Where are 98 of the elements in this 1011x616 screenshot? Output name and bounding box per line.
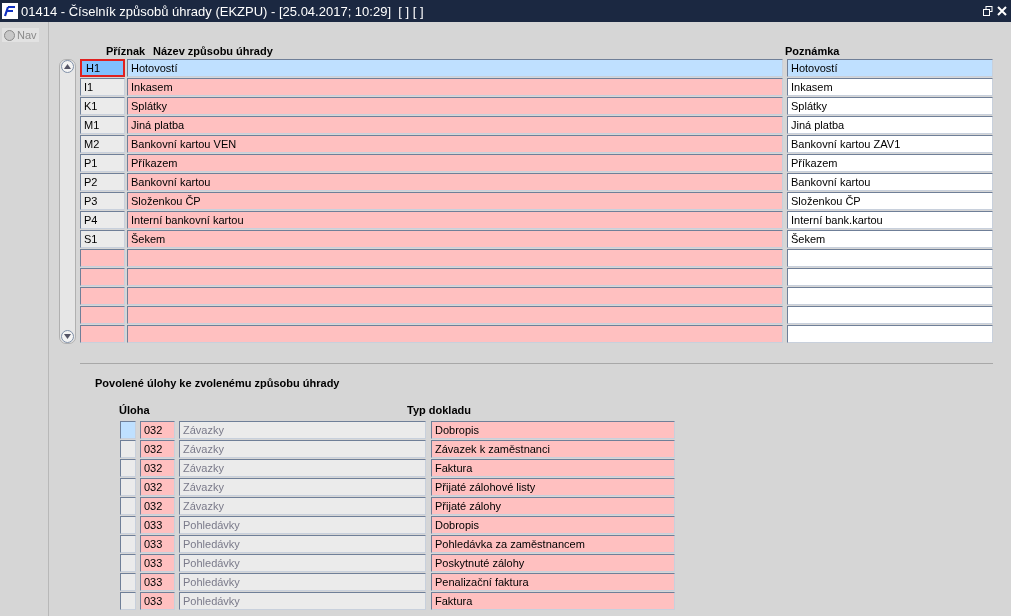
task-name-field: Závazky	[179, 421, 426, 439]
task-code-field[interactable]: 033	[140, 516, 175, 534]
restore-icon[interactable]	[983, 6, 993, 16]
row-selector[interactable]	[120, 497, 136, 515]
task-code-field[interactable]: 032	[140, 421, 175, 439]
note-field[interactable]: Inkasem	[787, 78, 993, 96]
app-logo-icon	[2, 3, 18, 19]
row-selector[interactable]	[120, 421, 136, 439]
note-field[interactable]: Hotovostí	[787, 59, 993, 77]
note-field[interactable]: Jiná platba	[787, 116, 993, 134]
document-type-field[interactable]: Dobropis	[431, 516, 675, 534]
document-type-field[interactable]: Faktura	[431, 459, 675, 477]
note-field[interactable]: Šekem	[787, 230, 993, 248]
task-name-field: Pohledávky	[179, 573, 426, 591]
note-field[interactable]	[787, 325, 993, 343]
task-code-field[interactable]: 032	[140, 478, 175, 496]
note-field[interactable]	[787, 268, 993, 286]
document-type-field[interactable]: Přijaté zálohy	[431, 497, 675, 515]
code-field[interactable]: I1	[80, 78, 125, 96]
task-code-field[interactable]: 033	[140, 554, 175, 572]
task-name-field: Pohledávky	[179, 535, 426, 553]
task-name-field: Pohledávky	[179, 516, 426, 534]
name-field[interactable]: Inkasem	[127, 78, 783, 96]
document-type-field[interactable]: Faktura	[431, 592, 675, 610]
row-selector[interactable]	[120, 478, 136, 496]
name-field[interactable]: Šekem	[127, 230, 783, 248]
note-field[interactable]: Bankovní kartou ZAV1	[787, 135, 993, 153]
note-field[interactable]	[787, 306, 993, 324]
name-field[interactable]	[127, 268, 783, 286]
name-field[interactable]	[127, 287, 783, 305]
scroll-down-icon[interactable]	[61, 330, 74, 343]
note-field[interactable]: Interní bank.kartou	[787, 211, 993, 229]
note-field[interactable]	[787, 249, 993, 267]
window-title: 01414 - Číselník způsobů úhrady (EKZPU) - [25.04.2017; 10:29] [ ] [ ]	[21, 3, 425, 19]
name-field[interactable]: Interní bankovní kartou	[127, 211, 783, 229]
name-field[interactable]	[127, 249, 783, 267]
document-type-field[interactable]: Poskytnuté zálohy	[431, 554, 675, 572]
document-type-field[interactable]: Pohledávka za zaměstnancem	[431, 535, 675, 553]
note-field[interactable]	[787, 287, 993, 305]
task-name-field: Pohledávky	[179, 592, 426, 610]
row-selector[interactable]	[120, 554, 136, 572]
name-field[interactable]: Bankovní kartou	[127, 173, 783, 191]
code-field[interactable]	[80, 268, 125, 286]
name-field[interactable]	[127, 306, 783, 324]
code-field[interactable]: M1	[80, 116, 125, 134]
name-field[interactable]	[127, 325, 783, 343]
name-field[interactable]: Splátky	[127, 97, 783, 115]
code-field[interactable]: P1	[80, 154, 125, 172]
column-header: Úloha	[119, 404, 151, 418]
row-selector[interactable]	[120, 516, 136, 534]
code-field[interactable]: P4	[80, 211, 125, 229]
code-field[interactable]: K1	[80, 97, 125, 115]
row-selector[interactable]	[120, 573, 136, 591]
section-title: Povolené úlohy ke zvolenému způsobu úhrady	[95, 377, 341, 389]
scroll-up-icon[interactable]	[61, 60, 74, 73]
code-field[interactable]	[80, 287, 125, 305]
task-name-field: Závazky	[179, 497, 426, 515]
column-header: Příznak	[106, 45, 147, 57]
code-field[interactable]	[80, 325, 125, 343]
code-field[interactable]: S1	[80, 230, 125, 248]
task-name-field: Závazky	[179, 440, 426, 458]
document-type-field[interactable]: Závazek k zaměstnanci	[431, 440, 675, 458]
name-field[interactable]: Složenkou ČP	[127, 192, 783, 210]
note-field[interactable]: Bankovní kartou	[787, 173, 993, 191]
note-field[interactable]: Složenkou ČP	[787, 192, 993, 210]
code-field[interactable]: H1	[80, 59, 125, 77]
code-field[interactable]: M2	[80, 135, 125, 153]
column-header: Název způsobu úhrady	[153, 45, 274, 57]
column-header: Typ dokladu	[407, 404, 471, 418]
column-header: Poznámka	[785, 45, 841, 57]
note-field[interactable]: Splátky	[787, 97, 993, 115]
close-icon[interactable]	[997, 6, 1007, 16]
task-code-field[interactable]: 032	[140, 497, 175, 515]
row-selector[interactable]	[120, 459, 136, 477]
name-field[interactable]: Příkazem	[127, 154, 783, 172]
task-code-field[interactable]: 032	[140, 440, 175, 458]
code-field[interactable]: P2	[80, 173, 125, 191]
document-type-field[interactable]: Přijaté zálohové listy	[431, 478, 675, 496]
task-name-field: Závazky	[179, 459, 426, 477]
scrollbar[interactable]	[59, 59, 76, 344]
note-field[interactable]: Příkazem	[787, 154, 993, 172]
task-code-field[interactable]: 033	[140, 573, 175, 591]
task-code-field[interactable]: 032	[140, 459, 175, 477]
task-name-field: Závazky	[179, 478, 426, 496]
name-field[interactable]: Hotovostí	[127, 59, 783, 77]
document-type-field[interactable]: Dobropis	[431, 421, 675, 439]
task-code-field[interactable]: 033	[140, 592, 175, 610]
task-code-field[interactable]: 033	[140, 535, 175, 553]
code-field[interactable]	[80, 306, 125, 324]
name-field[interactable]: Bankovní kartou VEN	[127, 135, 783, 153]
row-selector[interactable]	[120, 440, 136, 458]
row-selector[interactable]	[120, 535, 136, 553]
row-selector[interactable]	[120, 592, 136, 610]
name-field[interactable]: Jiná platba	[127, 116, 783, 134]
code-field[interactable]: P3	[80, 192, 125, 210]
document-type-field[interactable]: Penalizační faktura	[431, 573, 675, 591]
task-name-field: Pohledávky	[179, 554, 426, 572]
code-field[interactable]	[80, 249, 125, 267]
